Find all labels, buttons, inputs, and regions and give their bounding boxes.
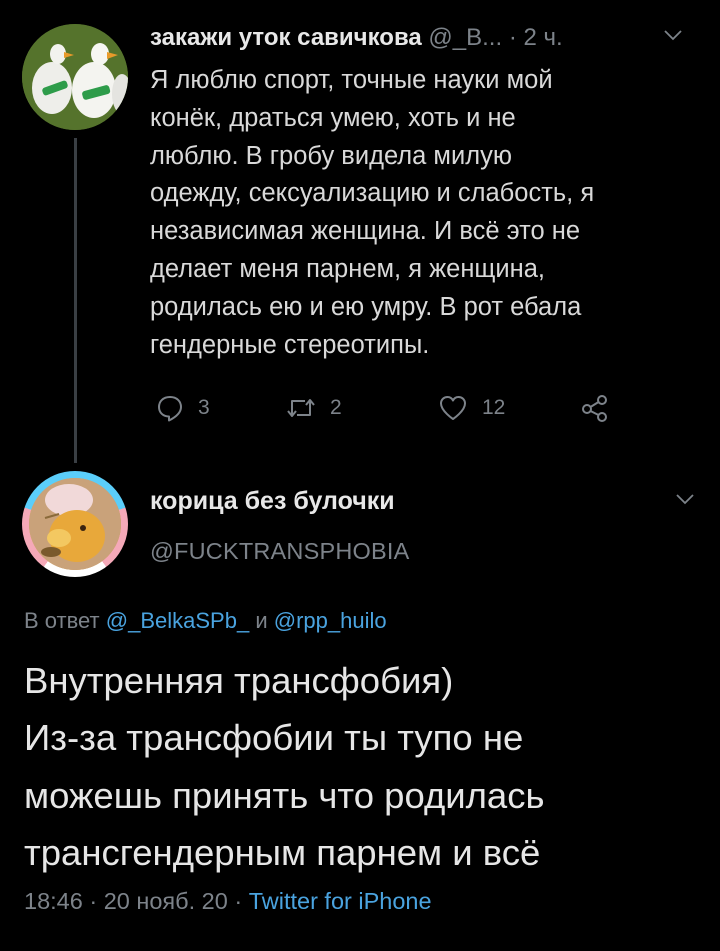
ducks-photo: [22, 24, 128, 130]
reply-mention-link[interactable]: @_BelkaSPb_: [106, 608, 249, 633]
reply-prefix: В ответ: [24, 608, 100, 633]
author-handle[interactable]: @FUCKTRANSPHOBIA: [150, 538, 409, 565]
parent-action-bar: 3 2 12: [150, 388, 630, 428]
reply-mention-link[interactable]: @rpp_huilo: [274, 608, 387, 633]
text-line: Я люблю спорт, точные науки мой: [150, 66, 553, 94]
text-line: конёк, драться умею, хоть и не: [150, 103, 516, 132]
retweet-button[interactable]: 2: [286, 388, 342, 428]
parent-display-name[interactable]: закажи уток савичкова: [150, 24, 422, 51]
meta-separator: ·: [508, 24, 517, 51]
text-line: независимая женщина. И всё это не: [150, 217, 581, 246]
reply-button[interactable]: 3: [156, 388, 210, 428]
meta-separator: ·: [234, 888, 243, 914]
parent-tweet-header: закажи уток савичкова @_В... · 2 ч.: [150, 24, 690, 58]
main-tweet-text: Внутренняя трансфобия) Из-за трансфобии …: [24, 652, 704, 882]
heart-icon: [440, 396, 466, 420]
text-line: Из-за трансфобии ты тупо не: [24, 717, 524, 759]
text-line: трансгендерным парнем и всё: [24, 832, 541, 874]
winnie-the-pooh-image: [29, 478, 121, 570]
meta-separator: ·: [89, 888, 98, 914]
author-display-name[interactable]: корица без булочки: [150, 487, 395, 516]
tweet-date[interactable]: 20 нояб. 20: [104, 888, 228, 914]
parent-avatar[interactable]: [22, 24, 128, 130]
text-line: люблю. В гробу видела милую: [150, 141, 512, 170]
tweet-time[interactable]: 18:46: [24, 888, 83, 914]
parent-time[interactable]: 2 ч.: [524, 24, 563, 51]
text-line: Внутренняя трансфобия): [24, 660, 454, 701]
text-line: делает меня парнем, я женщина,: [150, 254, 545, 283]
share-icon: [582, 395, 607, 422]
text-line: родилась ею и ею умру. В рот ебала: [150, 292, 582, 321]
like-button[interactable]: 12: [438, 388, 505, 428]
tweet-metadata: 18:46 · 20 нояб. 20 · Twitter for iPhone: [24, 888, 432, 915]
share-button[interactable]: [580, 388, 610, 428]
reply-context: В ответ @_BelkaSPb_ и @rpp_huilo: [24, 608, 387, 634]
tweet-source-link[interactable]: Twitter for iPhone: [249, 888, 432, 914]
chevron-down-icon[interactable]: [664, 28, 682, 46]
parent-tweet-text: Я люблю спорт, точные науки мой конёк, д…: [150, 62, 690, 364]
thread-line: [74, 138, 77, 463]
retweet-count: 2: [330, 396, 342, 419]
retweet-icon: [287, 399, 315, 417]
reply-conjunction: и: [255, 608, 268, 633]
like-count: 12: [482, 396, 506, 419]
reply-count: 3: [198, 396, 210, 419]
text-line: одежду, сексуализацию и слабость, я: [150, 179, 595, 208]
parent-handle[interactable]: @_В...: [428, 24, 502, 51]
text-line: можешь принять что родилась: [24, 774, 545, 816]
text-line: гендерные стереотипы.: [150, 330, 430, 359]
chevron-down-icon[interactable]: [676, 492, 694, 510]
author-avatar[interactable]: [22, 471, 128, 577]
reply-icon: [158, 396, 182, 422]
